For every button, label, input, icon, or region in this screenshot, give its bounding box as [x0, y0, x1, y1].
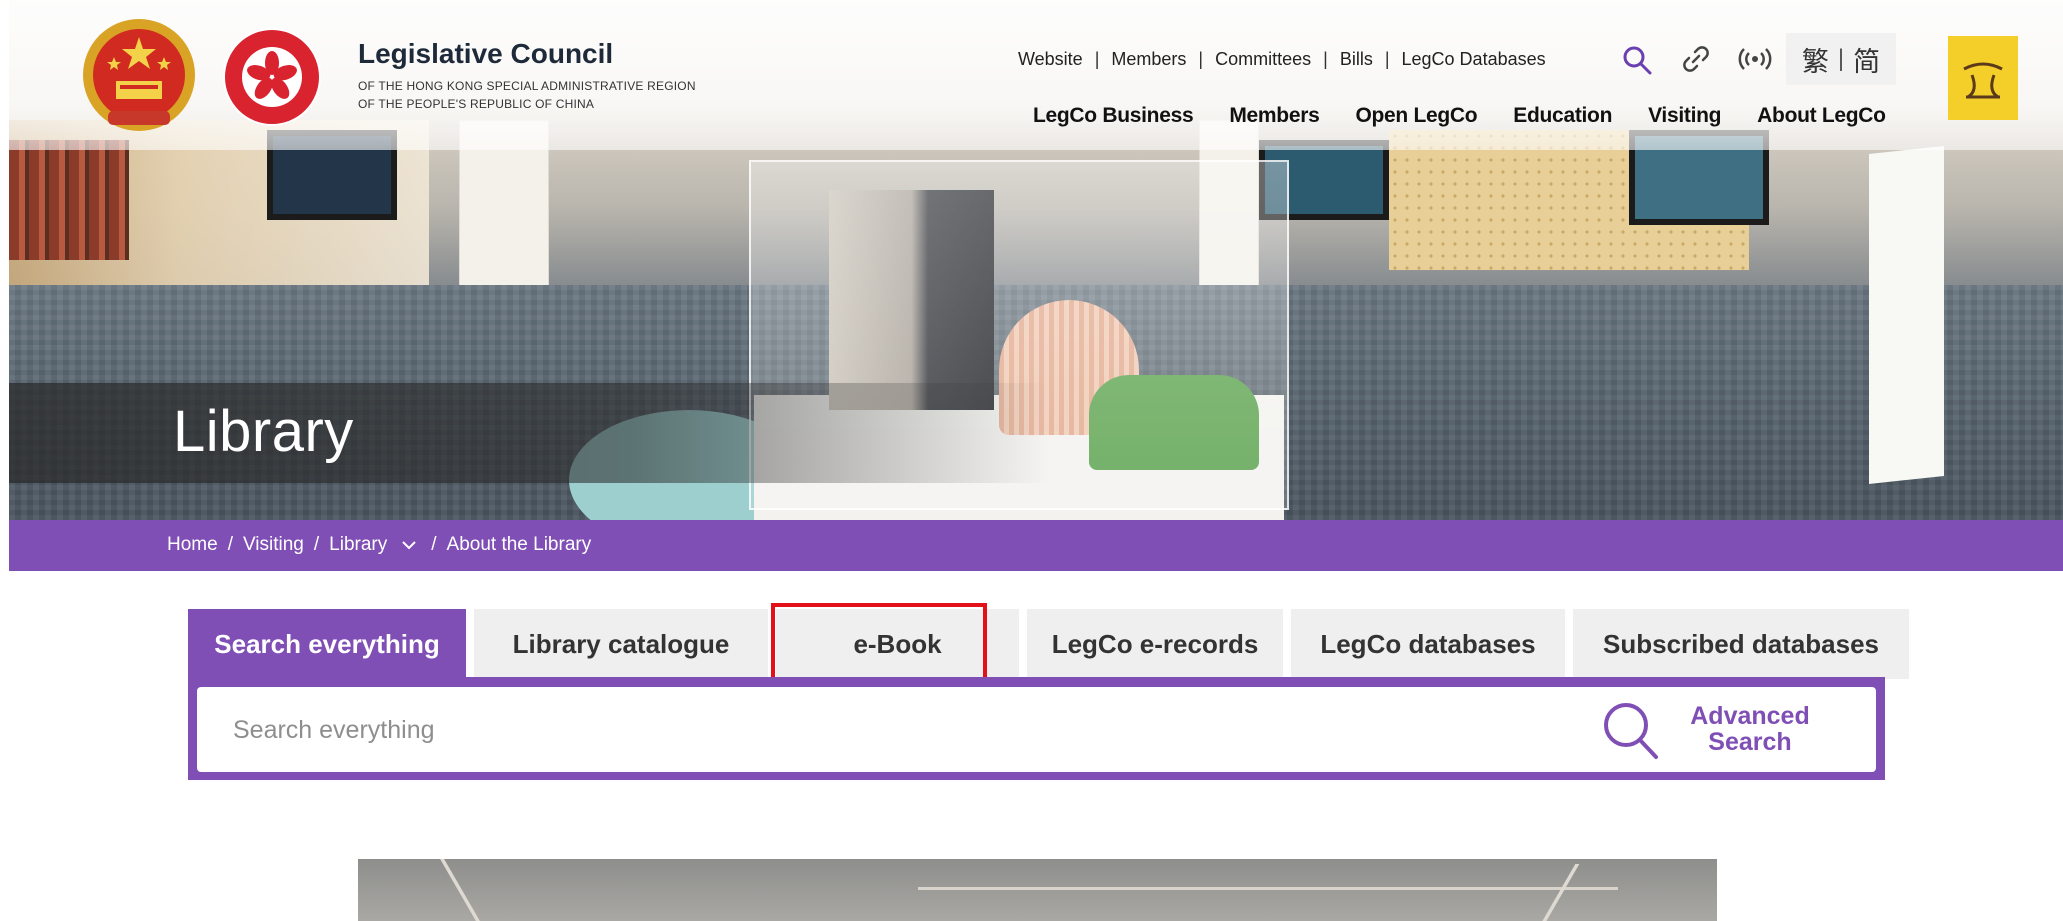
breadcrumb-separator: / — [431, 534, 437, 555]
search-icon[interactable] — [1622, 45, 1652, 75]
language-switcher: 繁 | 简 — [1786, 33, 1896, 85]
prc-emblem-icon — [83, 19, 195, 131]
ceiling-beam — [1540, 864, 1580, 921]
link-separator: | — [1198, 48, 1204, 69]
nav-about-legco[interactable]: About LegCo — [1757, 104, 1886, 128]
legco-logo-icon — [1963, 62, 2003, 99]
utility-links: Website | Members | Committees | Bills |… — [1018, 42, 1546, 76]
link-legco-databases[interactable]: LegCo Databases — [1402, 49, 1546, 70]
org-subtitle-line1: OF THE HONG KONG SPECIAL ADMINISTRATIVE … — [358, 79, 696, 93]
link-icon[interactable] — [1680, 43, 1712, 75]
lang-traditional-chinese[interactable]: 繁 — [1802, 40, 1829, 79]
advanced-search-link[interactable]: Advanced Search — [1690, 703, 1810, 755]
breadcrumb-separator: / — [227, 534, 233, 555]
search-icon[interactable] — [1600, 699, 1662, 761]
search-input[interactable] — [233, 710, 1533, 750]
chevron-down-icon[interactable] — [401, 540, 417, 550]
breadcrumb-home[interactable]: Home — [167, 534, 218, 556]
tab-library-catalogue[interactable]: Library catalogue — [474, 609, 768, 679]
link-website[interactable]: Website — [1018, 49, 1083, 70]
page-title: Library — [173, 399, 354, 464]
ceiling-beam — [440, 859, 480, 921]
broadcast-icon[interactable] — [1738, 46, 1772, 72]
advanced-search-line1: Advanced — [1690, 702, 1810, 730]
tab-legco-databases[interactable]: LegCo databases — [1291, 609, 1565, 679]
tab-legco-e-records[interactable]: LegCo e-records — [1027, 609, 1283, 679]
link-members[interactable]: Members — [1111, 49, 1186, 70]
nav-education[interactable]: Education — [1513, 104, 1612, 128]
breadcrumb-separator: / — [313, 534, 320, 555]
tab-search-everything[interactable]: Search everything — [188, 609, 466, 679]
nav-open-legco[interactable]: Open LegCo — [1355, 104, 1477, 128]
org-name[interactable]: Legislative Council — [358, 38, 613, 70]
lang-separator: | — [1837, 45, 1845, 72]
hksar-emblem-icon — [223, 28, 321, 126]
hero-title-band — [9, 383, 1049, 483]
breadcrumb: Home / Visiting / Library / About the Li… — [167, 534, 591, 556]
search-tabs: Search everything Library catalogue e-Bo… — [188, 609, 1909, 679]
ceiling-beam — [918, 887, 1618, 890]
nav-visiting[interactable]: Visiting — [1648, 104, 1721, 128]
legco-logo-icon[interactable] — [1948, 36, 2018, 120]
breadcrumb-visiting[interactable]: Visiting — [243, 534, 304, 556]
nav-members[interactable]: Members — [1229, 104, 1319, 128]
nav-legco-business[interactable]: LegCo Business — [1033, 104, 1194, 128]
library-photo — [358, 859, 1717, 921]
link-separator: | — [1094, 48, 1100, 69]
tab-subscribed-databases[interactable]: Subscribed databases — [1573, 609, 1909, 679]
link-bills[interactable]: Bills — [1340, 49, 1373, 70]
link-separator: | — [1323, 48, 1328, 69]
link-committees[interactable]: Committees — [1215, 49, 1311, 70]
org-subtitle-line2: OF THE PEOPLE'S REPUBLIC OF CHINA — [358, 97, 595, 111]
lang-simplified-chinese[interactable]: 简 — [1853, 40, 1880, 79]
link-separator: | — [1384, 48, 1390, 69]
main-navigation: LegCo Business Members Open LegCo Educat… — [1033, 104, 1922, 128]
breadcrumb-about-library: About the Library — [446, 534, 592, 555]
advanced-search-line2: Search — [1708, 728, 1792, 756]
breadcrumb-library[interactable]: Library — [329, 534, 387, 556]
hero-info-panel — [1869, 146, 1944, 484]
hero-bookshelf — [9, 140, 129, 260]
